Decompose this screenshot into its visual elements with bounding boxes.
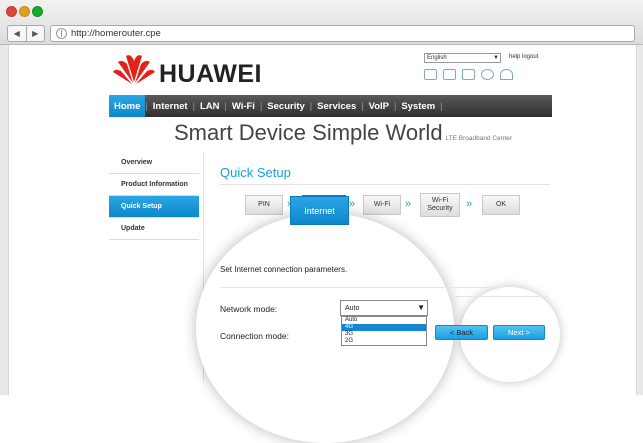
nav-item-voip[interactable]: VoIP bbox=[364, 95, 394, 117]
nav-item-internet[interactable]: Internet bbox=[148, 95, 193, 117]
next-button[interactable]: Next > bbox=[493, 325, 545, 340]
chevron-right-icon: » bbox=[405, 198, 412, 210]
page-title: Quick Setup bbox=[220, 165, 291, 180]
signal-icon bbox=[462, 69, 475, 80]
address-bar[interactable]: http://homerouter.cpe bbox=[50, 25, 635, 42]
close-window-button[interactable] bbox=[6, 6, 17, 17]
huawei-logo-icon bbox=[113, 55, 155, 84]
main-nav: Home | Internet | LAN | Wi-Fi | Security… bbox=[109, 95, 552, 117]
nav-item-wifi[interactable]: Wi-Fi bbox=[227, 95, 260, 117]
option-3g[interactable]: 3G bbox=[342, 331, 426, 338]
sidebar-item-product-information[interactable]: Product Information bbox=[109, 174, 199, 196]
step-wifi-security[interactable]: Wi-Fi Security bbox=[420, 193, 460, 217]
chevron-down-icon: ▼ bbox=[493, 55, 499, 61]
option-4g[interactable]: 4G bbox=[342, 324, 426, 331]
option-auto[interactable]: Auto bbox=[342, 317, 426, 324]
history-buttons: ◀ ▶ bbox=[7, 25, 45, 42]
sidebar-item-overview[interactable]: Overview bbox=[109, 152, 199, 174]
chevron-right-icon: » bbox=[466, 198, 473, 210]
network-mode-dropdown: Auto 4G 3G 2G bbox=[341, 316, 427, 346]
back-button[interactable]: < Back bbox=[435, 325, 488, 340]
nav-item-home[interactable]: Home bbox=[109, 95, 146, 117]
step-internet-zoomed[interactable]: Internet bbox=[290, 196, 349, 225]
nav-item-security[interactable]: Security bbox=[262, 95, 310, 117]
sidebar-item-update[interactable]: Update bbox=[109, 218, 199, 240]
banner-subtitle: LTE Broadband Center bbox=[445, 135, 512, 142]
step-wifi-security-label: Wi-Fi Security bbox=[427, 197, 453, 212]
language-value: English bbox=[427, 55, 447, 61]
nav-item-lan[interactable]: LAN bbox=[195, 95, 225, 117]
back-arrow-icon[interactable]: ◀ bbox=[8, 26, 27, 41]
sms-icon[interactable] bbox=[424, 69, 437, 80]
sidebar: Overview Product Information Quick Setup… bbox=[109, 152, 199, 240]
wifi-icon bbox=[500, 69, 513, 80]
help-link[interactable]: help bbox=[509, 54, 520, 60]
banner-title: Smart Device Simple World bbox=[174, 120, 443, 145]
banner: Smart Device Simple World LTE Broadband C… bbox=[174, 120, 512, 146]
top-links: help logout bbox=[509, 54, 538, 60]
language-select[interactable]: English ▼ bbox=[424, 53, 501, 63]
chevron-right-icon: » bbox=[349, 198, 356, 210]
globe-icon bbox=[56, 28, 67, 39]
status-icons bbox=[424, 69, 513, 80]
chevron-down-icon: ▼ bbox=[417, 303, 425, 312]
option-2g[interactable]: 2G bbox=[342, 338, 426, 345]
row-divider bbox=[220, 287, 490, 288]
url-text: http://homerouter.cpe bbox=[71, 28, 161, 39]
step-pin[interactable]: PIN bbox=[245, 195, 283, 215]
instruction-text: Set Internet connection parameters. bbox=[220, 265, 348, 274]
browser-chrome: ◀ ▶ http://homerouter.cpe bbox=[0, 0, 643, 45]
network-mode-label: Network mode: bbox=[220, 304, 278, 314]
logout-link[interactable]: logout bbox=[522, 54, 538, 60]
nav-item-system[interactable]: System bbox=[396, 95, 440, 117]
brand-name: HUAWEI bbox=[159, 60, 262, 88]
title-divider bbox=[220, 184, 550, 185]
maximize-window-button[interactable] bbox=[32, 6, 43, 17]
forward-arrow-icon[interactable]: ▶ bbox=[27, 26, 45, 41]
step-ok[interactable]: OK bbox=[482, 195, 520, 215]
row-divider bbox=[455, 296, 548, 297]
connection-mode-label: Connection mode: bbox=[220, 331, 289, 341]
step-wifi[interactable]: Wi-Fi bbox=[363, 195, 401, 215]
globe-icon bbox=[481, 69, 494, 80]
network-mode-value: Auto bbox=[345, 304, 360, 312]
sidebar-item-quick-setup[interactable]: Quick Setup bbox=[109, 196, 199, 218]
network-mode-select[interactable]: Auto ▼ bbox=[340, 300, 428, 316]
sim-icon bbox=[443, 69, 456, 80]
nav-item-services[interactable]: Services bbox=[312, 95, 361, 117]
minimize-window-button[interactable] bbox=[19, 6, 30, 17]
nav-separator: | bbox=[440, 101, 443, 111]
